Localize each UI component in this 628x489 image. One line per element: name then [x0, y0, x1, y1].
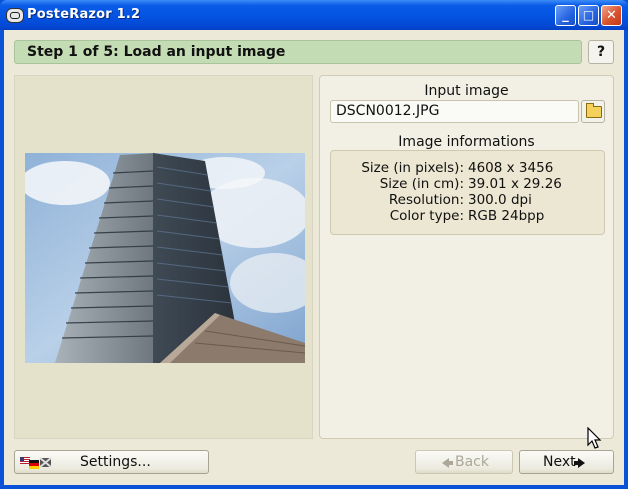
info-value: 39.01 x 29.26: [468, 176, 562, 192]
browse-button[interactable]: [581, 100, 605, 123]
client-area: Step 1 of 5: Load an input image ? Input…: [4, 30, 624, 485]
image-preview-panel: [14, 75, 313, 439]
info-value: RGB 24bpp: [468, 208, 545, 224]
image-info-box: Size (in pixels): 4608 x 3456 Size (in c…: [330, 150, 605, 235]
back-label: Back: [455, 454, 489, 470]
title-bar[interactable]: PosteRazor 1.2 _ □ ✕: [0, 0, 628, 30]
info-key: Size (in pixels):: [361, 160, 464, 176]
settings-button[interactable]: Settings...: [14, 450, 209, 474]
maximize-button[interactable]: □: [578, 5, 599, 26]
app-window: PosteRazor 1.2 _ □ ✕ Step 1 of 5: Load a…: [0, 0, 628, 489]
filename-field[interactable]: DSCN0012.JPG: [330, 100, 579, 123]
image-settings-panel: Input image DSCN0012.JPG Image informati…: [319, 75, 614, 439]
cursor-icon: [587, 427, 602, 449]
info-key: Resolution:: [388, 192, 464, 208]
input-image-heading: Input image: [424, 83, 509, 99]
flags-icon: [20, 457, 52, 469]
next-label: Next: [543, 454, 576, 470]
help-button[interactable]: ?: [588, 40, 614, 64]
info-key: Color type:: [389, 208, 464, 224]
window-title: PosteRazor 1.2: [27, 7, 141, 22]
info-row-size-pixels: Size (in pixels): 4608 x 3456: [331, 160, 606, 176]
settings-label: Settings...: [80, 454, 151, 470]
arrow-right-icon: [574, 458, 585, 468]
folder-icon: [586, 103, 602, 118]
step-title: Step 1 of 5: Load an input image: [27, 44, 286, 60]
arrow-left-icon: [442, 458, 453, 468]
info-row-color-type: Color type: RGB 24bpp: [331, 208, 606, 224]
back-button[interactable]: Back: [415, 450, 513, 474]
next-button[interactable]: Next: [519, 450, 614, 474]
building-photo: [25, 153, 305, 363]
info-value: 4608 x 3456: [468, 160, 554, 176]
minimize-button[interactable]: _: [555, 5, 576, 26]
info-row-resolution: Resolution: 300.0 dpi: [331, 192, 606, 208]
close-button[interactable]: ✕: [601, 5, 622, 26]
info-row-size-cm: Size (in cm): 39.01 x 29.26: [331, 176, 606, 192]
info-key: Size (in cm):: [379, 176, 464, 192]
app-icon[interactable]: [6, 8, 24, 23]
step-header: Step 1 of 5: Load an input image: [14, 40, 582, 64]
image-info-heading: Image informations: [398, 134, 535, 150]
info-value: 300.0 dpi: [468, 192, 532, 208]
